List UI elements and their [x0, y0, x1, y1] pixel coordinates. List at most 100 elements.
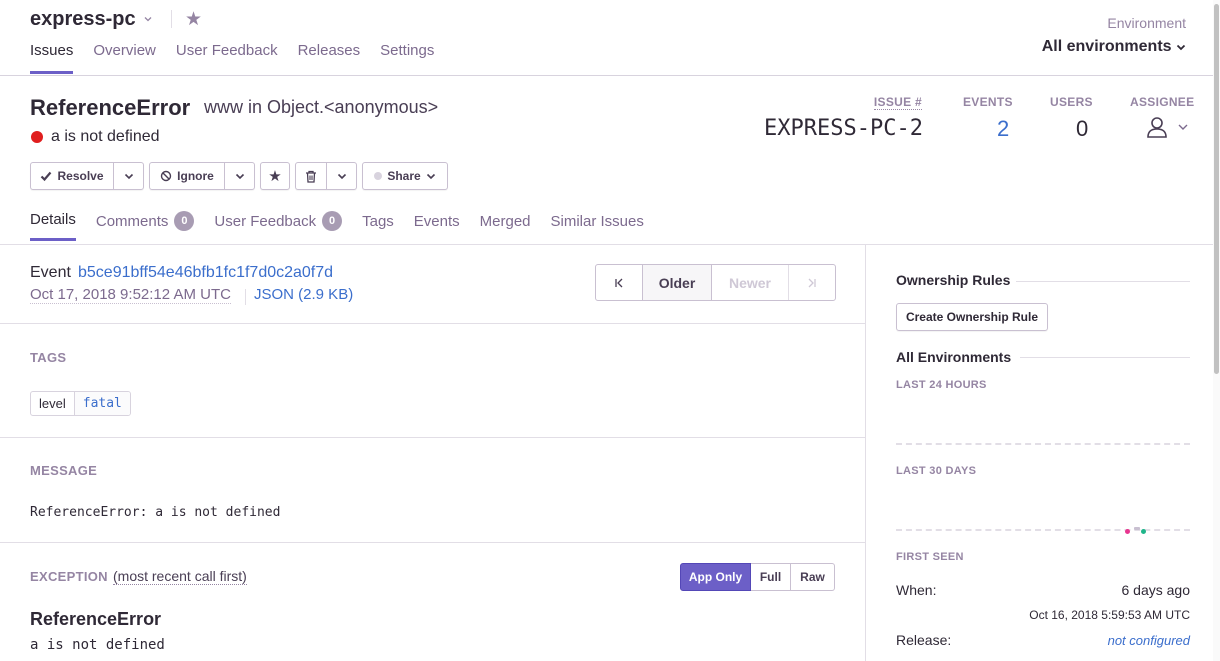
project-name[interactable]: express-pc: [30, 8, 136, 31]
skip-last-icon: [808, 278, 816, 287]
event-id-link[interactable]: b5ce91bff54e46bfb1fc1f7d0c2a0f7d: [78, 264, 333, 282]
delete-dropdown[interactable]: [326, 163, 356, 189]
environment-label: Environment: [1107, 15, 1186, 31]
ignore-icon: [160, 170, 172, 182]
ignore-button[interactable]: Ignore: [150, 169, 224, 183]
exception-type: ReferenceError: [30, 609, 162, 629]
feedback-count-badge: 0: [322, 211, 343, 231]
issue-title: ReferenceError: [30, 95, 191, 120]
header-divider-line: [0, 75, 1213, 76]
tab-tags[interactable]: Tags: [362, 211, 394, 241]
comments-count-badge: 0: [174, 211, 195, 231]
exception-order-toggle[interactable]: (most recent call first): [113, 568, 247, 585]
project-nav: Issues Overview User Feedback Releases S…: [30, 42, 434, 74]
chevron-down-icon: [337, 173, 346, 180]
first-seen-date: Oct 16, 2018 5:59:53 AM UTC: [1029, 608, 1190, 622]
issue-culprit: www in Object.<anonymous>: [204, 97, 439, 117]
delete-button-group: [295, 162, 357, 190]
exception-title: EXCEPTION: [30, 569, 108, 584]
skip-first-icon: [615, 278, 623, 287]
create-ownership-rule-button[interactable]: Create Ownership Rule: [896, 303, 1048, 331]
tag-key: level: [31, 392, 75, 415]
resolve-label: Resolve: [57, 169, 104, 183]
first-seen-label: FIRST SEEN: [896, 551, 964, 563]
newest-event-button[interactable]: [789, 265, 835, 300]
header-divider: [171, 10, 172, 28]
issue-tabs: Details Comments 0 User Feedback 0 Tags Ev…: [30, 211, 644, 241]
tab-label: Merged: [479, 212, 531, 230]
level-indicator-icon: [31, 131, 43, 143]
sparkline-dot: [1125, 529, 1130, 534]
tab-label: Tags: [362, 212, 394, 230]
ignore-label: Ignore: [177, 169, 214, 183]
stacktrace-view-toggle: App Only Full Raw: [680, 563, 835, 591]
nav-overview[interactable]: Overview: [93, 42, 156, 74]
nav-settings[interactable]: Settings: [380, 42, 434, 74]
issue-message: a is not defined: [51, 128, 160, 145]
assignee-selector[interactable]: [1146, 116, 1192, 145]
section-divider: [0, 542, 865, 543]
chevron-down-icon[interactable]: [143, 14, 153, 24]
last-24-hours-label: LAST 24 HOURS: [896, 379, 987, 391]
tab-label: Comments: [95, 212, 169, 230]
users-count: 0: [1076, 116, 1089, 141]
resolve-dropdown[interactable]: [113, 163, 143, 189]
star-icon: ★: [268, 168, 282, 185]
users-label: USERS: [1050, 95, 1093, 109]
sparkline-dot: [1141, 529, 1146, 534]
issue-number-label[interactable]: ISSUE #: [873, 95, 922, 110]
bookmark-star-icon[interactable]: ★: [185, 8, 202, 31]
share-button[interactable]: Share: [362, 162, 448, 190]
tab-label: User Feedback: [214, 212, 317, 230]
nav-issues[interactable]: Issues: [30, 42, 74, 74]
resolve-button[interactable]: Resolve: [31, 169, 113, 183]
last-30-days-label: LAST 30 DAYS: [896, 465, 977, 477]
delete-button[interactable]: [296, 170, 326, 183]
tab-user-feedback[interactable]: User Feedback 0: [214, 211, 343, 241]
assignee-label: ASSIGNEE: [1130, 95, 1195, 109]
sparkline-24h[interactable]: [896, 443, 1190, 445]
tab-details[interactable]: Details: [30, 211, 76, 241]
tab-label: Events: [413, 212, 460, 230]
share-status-icon: [374, 172, 383, 180]
environment-value: All environments: [1041, 38, 1172, 55]
section-divider: [0, 437, 865, 438]
tab-label: Similar Issues: [550, 212, 644, 230]
newer-event-button[interactable]: Newer: [712, 265, 789, 300]
chevron-down-icon: [124, 173, 133, 180]
event-json-link[interactable]: JSON (2.9 KB): [254, 286, 353, 303]
message-text: ReferenceError: a is not defined: [30, 505, 281, 520]
trash-icon: [306, 170, 316, 183]
environments-title: All Environments: [896, 349, 1012, 365]
section-divider: [0, 323, 865, 324]
raw-button[interactable]: Raw: [791, 563, 835, 591]
ignore-button-group: Ignore: [149, 162, 255, 190]
environment-selector[interactable]: All environments: [1042, 38, 1186, 56]
tag-pill[interactable]: level fatal: [30, 391, 131, 416]
nav-user-feedback[interactable]: User Feedback: [176, 42, 278, 74]
event-pager: Older Newer: [595, 264, 836, 301]
tag-value[interactable]: fatal: [74, 392, 130, 415]
older-event-button[interactable]: Older: [643, 265, 712, 300]
sidebar-rule: [1020, 357, 1190, 358]
scrollbar-thumb[interactable]: [1214, 4, 1219, 374]
events-label: EVENTS: [963, 95, 1013, 109]
oldest-event-button[interactable]: [596, 265, 643, 300]
ignore-dropdown[interactable]: [224, 163, 254, 189]
tab-events[interactable]: Events: [414, 211, 460, 241]
tab-label: Details: [30, 211, 76, 228]
share-label: Share: [387, 169, 421, 183]
full-button[interactable]: Full: [751, 563, 791, 591]
nav-releases[interactable]: Releases: [298, 42, 361, 74]
user-icon: [1147, 117, 1188, 138]
tab-similar-issues[interactable]: Similar Issues: [551, 211, 644, 241]
release-label: Release:: [896, 632, 952, 648]
release-value-link[interactable]: not configured: [1108, 633, 1190, 648]
bookmark-button[interactable]: ★: [260, 162, 290, 190]
app-only-button[interactable]: App Only: [680, 563, 751, 591]
tab-comments[interactable]: Comments 0: [96, 211, 195, 241]
tab-merged[interactable]: Merged: [480, 211, 531, 241]
tags-title: TAGS: [30, 350, 67, 365]
resolve-button-group: Resolve: [30, 162, 144, 190]
events-count[interactable]: 2: [997, 116, 1009, 142]
